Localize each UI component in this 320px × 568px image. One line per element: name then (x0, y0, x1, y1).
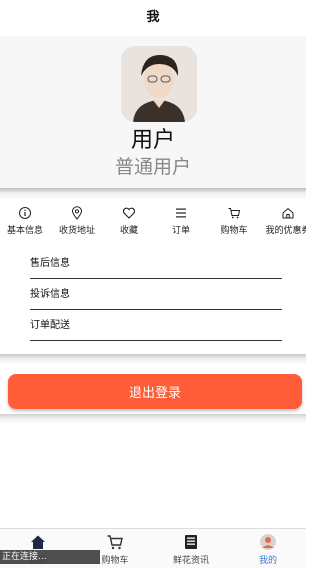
news-icon (153, 533, 229, 553)
quick-menu: 基本信息 收货地址 收藏 订单 购物车 我的优惠券 (0, 200, 306, 244)
link-complaints[interactable]: 投诉信息 (30, 279, 282, 310)
cart-icon (216, 206, 252, 222)
menu-item-coupons[interactable]: 我的优惠券 (262, 206, 306, 236)
section-divider (0, 354, 306, 364)
menu-label: 订单 (171, 226, 190, 236)
section-divider (0, 188, 306, 200)
location-icon (56, 206, 98, 222)
service-links: 售后信息 投诉信息 订单配送 (30, 248, 282, 341)
menu-label: 基本信息 (6, 226, 43, 236)
avatar-image (121, 46, 197, 122)
heart-icon (112, 206, 146, 222)
section-divider (0, 414, 306, 424)
menu-item-basic-info[interactable]: 基本信息 (4, 206, 46, 236)
logout-button[interactable]: 退出登录 (8, 374, 302, 409)
menu-item-cart[interactable]: 购物车 (216, 206, 252, 236)
page-title: 我 (146, 10, 160, 25)
menu-item-favorites[interactable]: 收藏 (112, 206, 146, 236)
info-icon (4, 206, 46, 222)
menu-label: 我的优惠券 (265, 226, 306, 236)
user-icon (230, 533, 306, 553)
tab-label: 我的 (258, 556, 277, 566)
list-icon (164, 206, 198, 222)
menu-item-address[interactable]: 收货地址 (56, 206, 98, 236)
menu-label: 收货地址 (58, 226, 95, 236)
menu-label: 收藏 (119, 226, 138, 236)
connection-toast: 正在连接... (0, 550, 100, 564)
link-order-delivery[interactable]: 订单配送 (30, 310, 282, 341)
menu-item-orders[interactable]: 订单 (164, 206, 198, 236)
tab-label: 鲜花资讯 (172, 556, 209, 566)
tab-mine[interactable]: 我的 (230, 533, 306, 566)
username: 用户 (130, 128, 175, 153)
home-icon (262, 206, 306, 222)
menu-label: 购物车 (220, 226, 248, 236)
tab-label: 购物车 (101, 556, 129, 566)
profile-section: 用户 普通用户 (0, 36, 306, 188)
link-after-sales[interactable]: 售后信息 (30, 248, 282, 279)
user-level: 普通用户 (114, 156, 191, 178)
tab-flower-news[interactable]: 鲜花资讯 (153, 533, 229, 566)
avatar[interactable] (121, 46, 197, 122)
